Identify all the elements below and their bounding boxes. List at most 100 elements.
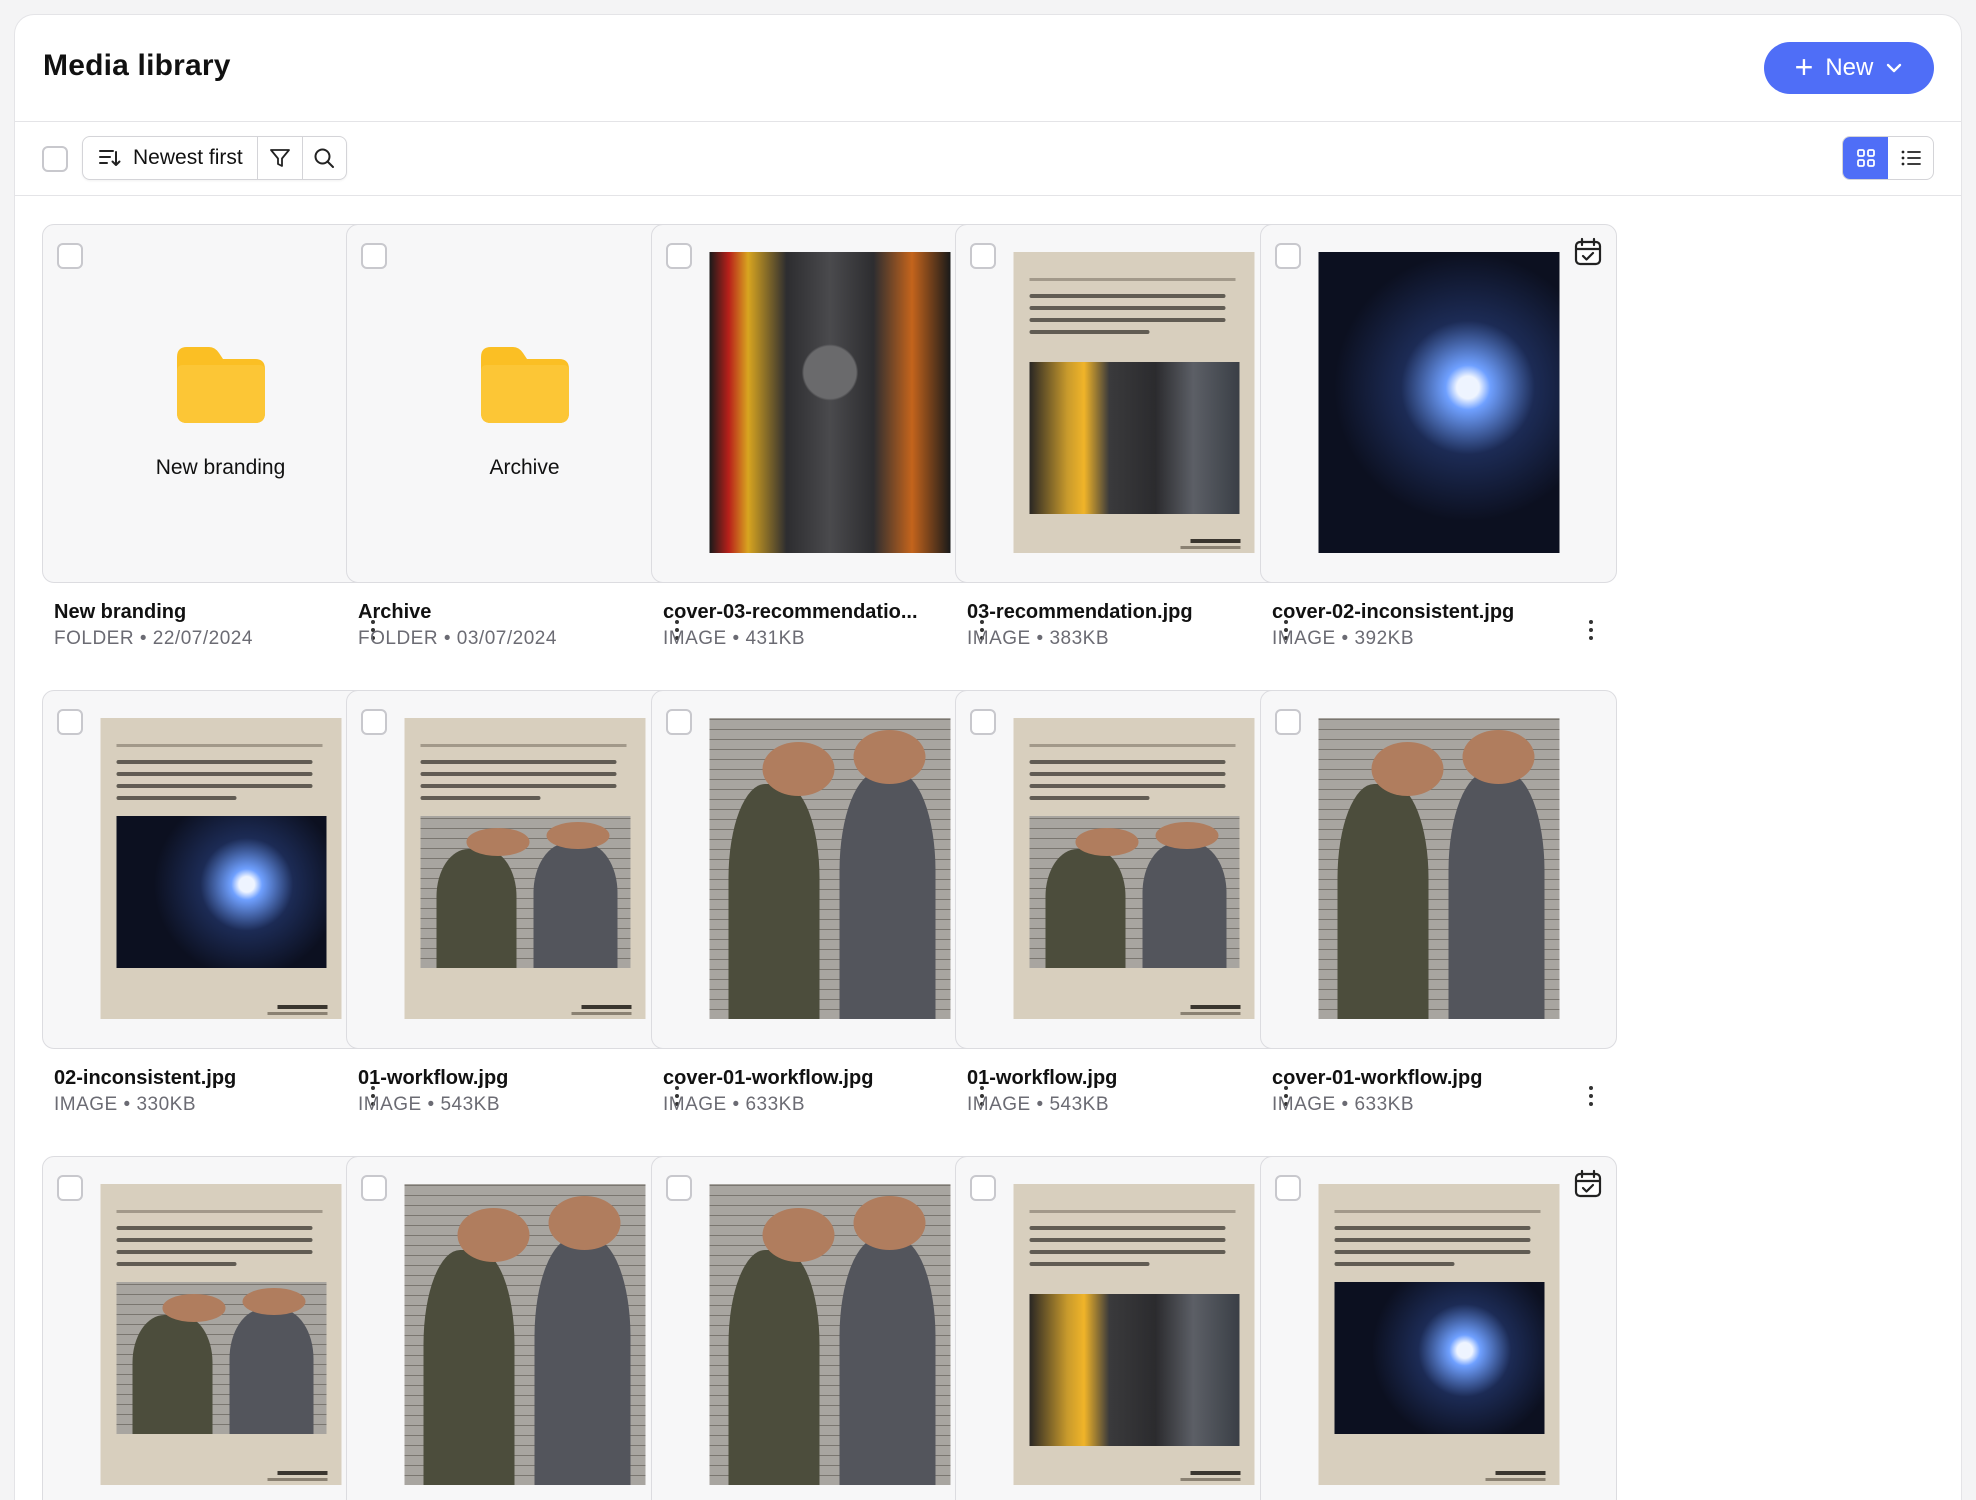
poster-quote-line	[1029, 760, 1225, 764]
card-thumbnail[interactable]	[1260, 1156, 1617, 1500]
card-meta: Archive FOLDER • 03/07/2024	[346, 583, 703, 679]
folder-icon	[477, 343, 573, 430]
file-detail: 22/07/2024	[152, 628, 253, 649]
poster-photo	[1029, 362, 1239, 514]
card-checkbox[interactable]	[361, 709, 387, 735]
card-checkbox[interactable]	[970, 709, 996, 735]
folder-card[interactable]: Archive Archive FOLDER • 03/07/2024	[346, 224, 703, 679]
folder-preview: New branding	[43, 343, 398, 480]
separator-dot: •	[726, 1094, 746, 1115]
card-meta: 01-workflow.jpg IMAGE • 543KB	[346, 1049, 703, 1145]
image-figure-head	[242, 1288, 305, 1316]
card-checkbox[interactable]	[970, 243, 996, 269]
image-preview	[100, 1184, 341, 1485]
image-preview	[1318, 1184, 1559, 1485]
card-checkbox[interactable]	[666, 1175, 692, 1201]
file-detail: 633KB	[1354, 1094, 1414, 1115]
poster-quote-line	[1029, 1250, 1225, 1254]
poster-question-line	[1029, 744, 1235, 747]
file-name: New branding	[54, 601, 187, 623]
card-checkbox[interactable]	[57, 243, 83, 269]
image-preview	[709, 252, 950, 553]
poster-quote-line	[420, 796, 540, 800]
poster-quote-line	[116, 1250, 312, 1254]
card-checkbox[interactable]	[1275, 1175, 1301, 1201]
card-checkbox[interactable]	[57, 1175, 83, 1201]
new-button[interactable]: + New	[1764, 42, 1934, 94]
image-figure	[839, 772, 936, 1019]
card-thumbnail[interactable]	[955, 690, 1312, 1049]
poster-photo	[1334, 1282, 1544, 1434]
media-card[interactable]: cover-02-inconsistent.jpg IMAGE • 392KB	[1260, 224, 1617, 679]
schedule-calendar-icon[interactable]	[1574, 1169, 1602, 1204]
card-checkbox[interactable]	[666, 709, 692, 735]
media-card[interactable]: 03-recommendation.jpg IMAGE • 383KB	[955, 224, 1312, 679]
media-card[interactable]: cover-01-workflow.jpg IMAGE • 633KB	[1260, 690, 1617, 1145]
poster-quote-line	[1029, 294, 1225, 298]
media-card[interactable]	[1260, 1156, 1617, 1500]
image-figure	[728, 784, 820, 1019]
file-type: IMAGE	[1272, 628, 1336, 649]
media-library-panel: Media library + New Newest first New bra…	[14, 14, 1962, 1500]
card-checkbox[interactable]	[361, 243, 387, 269]
card-checkbox[interactable]	[970, 1175, 996, 1201]
file-details: IMAGE • 633KB	[1272, 1094, 1414, 1116]
image-preview	[1318, 718, 1559, 1019]
more-options-icon[interactable]	[1581, 615, 1601, 645]
image-figure	[1448, 772, 1545, 1019]
poster-quote-line	[1334, 1238, 1530, 1242]
file-details: IMAGE • 383KB	[967, 628, 1109, 650]
schedule-calendar-icon[interactable]	[1574, 237, 1602, 272]
list-view-button[interactable]	[1888, 137, 1933, 179]
card-checkbox[interactable]	[666, 243, 692, 269]
card-checkbox[interactable]	[1275, 709, 1301, 735]
poster-question-line	[116, 1210, 322, 1213]
image-figure	[1142, 843, 1227, 968]
poster-quote-line	[1029, 1226, 1225, 1230]
separator-dot: •	[421, 1094, 441, 1115]
search-button[interactable]	[301, 137, 346, 179]
file-name: cover-01-workflow.jpg	[1272, 1067, 1483, 1089]
card-meta: cover-01-workflow.jpg IMAGE • 633KB	[1260, 1049, 1617, 1145]
card-checkbox[interactable]	[1275, 243, 1301, 269]
card-thumbnail[interactable]	[346, 1156, 703, 1500]
sort-button[interactable]: Newest first	[83, 137, 258, 179]
image-preview	[1013, 252, 1254, 553]
file-details: IMAGE • 543KB	[967, 1094, 1109, 1116]
card-thumbnail[interactable]	[1260, 224, 1617, 583]
card-checkbox[interactable]	[361, 1175, 387, 1201]
file-name: cover-03-recommendatio...	[663, 601, 918, 623]
file-details: FOLDER • 03/07/2024	[358, 628, 557, 650]
media-card[interactable]: 01-workflow.jpg IMAGE • 543KB	[346, 690, 703, 1145]
poster-quote-line	[420, 760, 616, 764]
card-thumbnail[interactable]	[346, 690, 703, 1049]
poster-quote-line	[1334, 1262, 1454, 1266]
card-thumbnail[interactable]	[1260, 690, 1617, 1049]
card-thumbnail[interactable]	[955, 1156, 1312, 1500]
image-preview	[404, 718, 645, 1019]
media-card[interactable]	[955, 1156, 1312, 1500]
media-card[interactable]	[346, 1156, 703, 1500]
card-thumbnail[interactable]	[955, 224, 1312, 583]
poster-quote-line	[1029, 1262, 1149, 1266]
file-detail: 633KB	[745, 1094, 805, 1115]
separator-dot: •	[1030, 1094, 1050, 1115]
card-checkbox[interactable]	[57, 709, 83, 735]
poster-photo	[116, 1282, 326, 1434]
select-all-checkbox[interactable]	[42, 146, 68, 172]
card-thumbnail[interactable]: Archive	[346, 224, 703, 583]
separator-dot: •	[1030, 628, 1050, 649]
file-name: cover-02-inconsistent.jpg	[1272, 601, 1515, 623]
separator-dot: •	[1335, 628, 1355, 649]
filter-button[interactable]	[258, 137, 302, 179]
toolbar: Newest first	[15, 122, 1961, 196]
media-card[interactable]: 01-workflow.jpg IMAGE • 543KB	[955, 690, 1312, 1145]
image-figure-head	[1155, 822, 1218, 850]
more-options-icon[interactable]	[1581, 1081, 1601, 1111]
separator-dot: •	[726, 628, 746, 649]
poster-question-line	[420, 744, 626, 747]
file-detail: 330KB	[136, 1094, 196, 1115]
grid-view-button[interactable]	[1843, 137, 1888, 179]
poster-quote-line	[116, 1226, 312, 1230]
file-details: FOLDER • 22/07/2024	[54, 628, 253, 650]
